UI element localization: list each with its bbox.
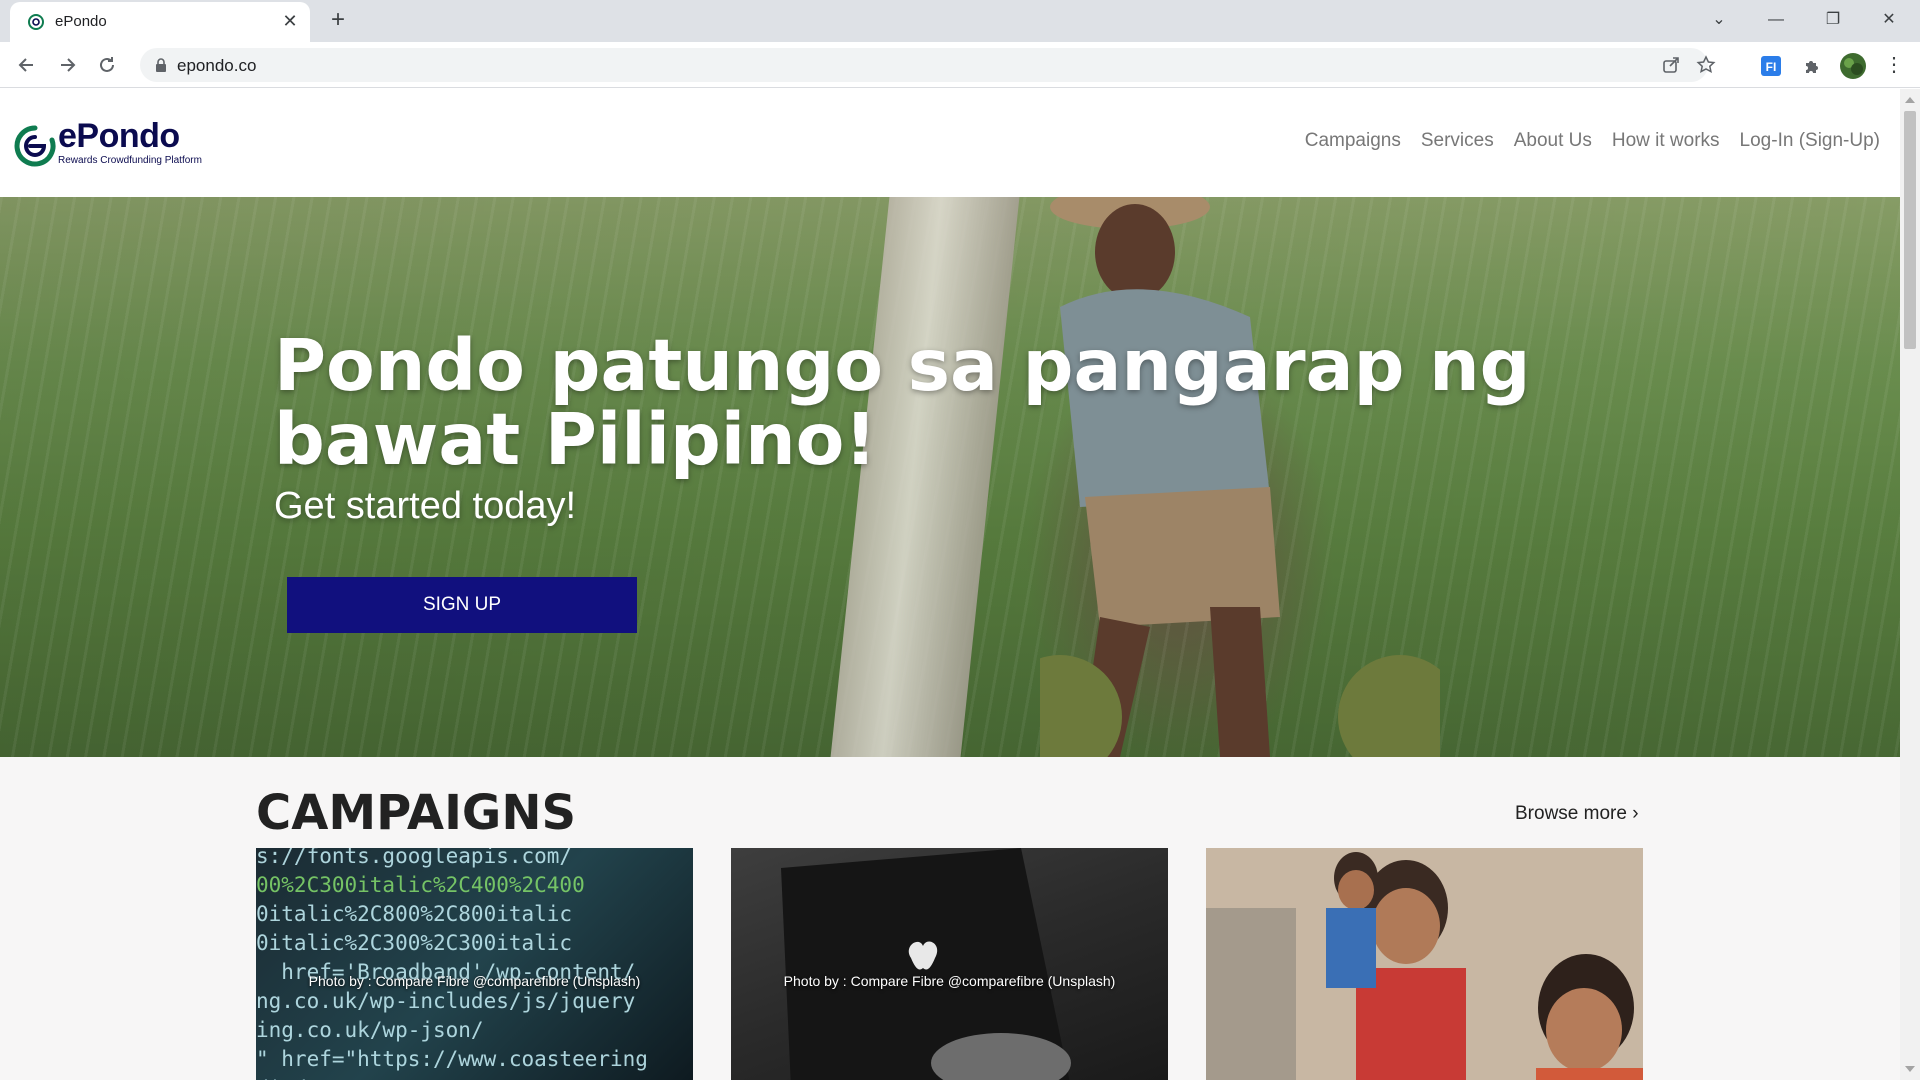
logo-tagline: Rewards Crowdfunding Platform xyxy=(58,155,202,166)
address-bar[interactable]: epondo.co xyxy=(140,48,1716,82)
profile-avatar-icon[interactable] xyxy=(1839,52,1867,80)
browser-menu-icon[interactable]: ⋮ xyxy=(1877,51,1911,79)
hero-farmer-image xyxy=(1040,197,1440,757)
sign-up-button[interactable]: SIGN UP xyxy=(287,577,637,633)
restore-icon[interactable]: ❐ xyxy=(1816,6,1850,34)
scroll-down-arrow-icon[interactable] xyxy=(1905,1066,1915,1072)
lock-icon[interactable] xyxy=(154,57,168,73)
new-tab-icon[interactable]: + xyxy=(325,8,351,34)
scrollbar-thumb[interactable] xyxy=(1904,111,1916,349)
nav-campaigns[interactable]: Campaigns xyxy=(1305,130,1401,152)
url-text[interactable]: epondo.co xyxy=(177,56,256,76)
campaign-image-laptop xyxy=(781,848,1071,1080)
site-header: ePondo Rewards Crowdfunding Platform Cam… xyxy=(0,89,1900,197)
campaign-image-children xyxy=(1206,848,1643,1080)
logo-wordmark: ePondo xyxy=(58,117,180,155)
tab-close-icon[interactable]: ✕ xyxy=(280,11,300,31)
campaign-image-code: s://fonts.googleapis.com/ 00%2C300italic… xyxy=(256,848,648,1080)
back-icon[interactable] xyxy=(13,51,41,79)
forward-icon[interactable] xyxy=(53,51,81,79)
reload-icon[interactable] xyxy=(93,51,121,79)
tab-title: ePondo xyxy=(55,13,107,30)
browser-tab[interactable]: ePondo ✕ xyxy=(10,2,310,42)
browse-more-link[interactable]: Browse more › xyxy=(1515,803,1639,825)
campaign-card[interactable]: Photo by : Compare Fibre @comparefibre (… xyxy=(731,848,1168,1080)
nav-services[interactable]: Services xyxy=(1421,130,1494,152)
browser-toolbar: epondo.co FI ⋮ xyxy=(0,42,1920,88)
share-icon[interactable] xyxy=(1660,54,1682,76)
close-window-icon[interactable]: ✕ xyxy=(1872,6,1906,34)
fi-extension-icon[interactable]: FI xyxy=(1759,54,1783,78)
browser-tab-strip: ePondo ✕ + ⌄ — ❐ ✕ xyxy=(0,0,1920,42)
page-content: ePondo Rewards Crowdfunding Platform Cam… xyxy=(0,89,1900,1080)
hero-banner: Pondo patungo sa pangarap ng bawat Pilip… xyxy=(0,197,1900,757)
nav-about-us[interactable]: About Us xyxy=(1514,130,1592,152)
main-nav: Campaigns Services About Us How it works… xyxy=(1305,130,1880,152)
epondo-favicon-icon xyxy=(28,14,44,30)
site-logo[interactable]: ePondo Rewards Crowdfunding Platform xyxy=(12,117,212,171)
campaigns-heading: CAMPAIGNS xyxy=(256,785,577,841)
campaign-card[interactable] xyxy=(1206,848,1643,1080)
extensions-puzzle-icon[interactable] xyxy=(1800,54,1824,78)
scroll-up-arrow-icon[interactable] xyxy=(1905,97,1915,103)
tab-search-icon[interactable]: ⌄ xyxy=(1702,6,1736,34)
hero-title: Pondo patungo sa pangarap ng bawat Pilip… xyxy=(274,324,1531,481)
nav-login-signup[interactable]: Log-In (Sign-Up) xyxy=(1740,130,1880,152)
campaign-card[interactable]: s://fonts.googleapis.com/ 00%2C300italic… xyxy=(256,848,693,1080)
photo-credit: Photo by : Compare Fibre @comparefibre (… xyxy=(308,973,641,989)
nav-how-it-works[interactable]: How it works xyxy=(1612,130,1720,152)
bookmark-star-icon[interactable] xyxy=(1695,54,1717,76)
page-scrollbar[interactable] xyxy=(1900,89,1920,1080)
epondo-logo-icon xyxy=(14,125,56,167)
minimize-icon[interactable]: — xyxy=(1759,6,1793,34)
svg-text:FI: FI xyxy=(1766,60,1777,74)
hero-subtitle: Get started today! xyxy=(274,485,577,527)
photo-credit: Photo by : Compare Fibre @comparefibre (… xyxy=(783,973,1116,989)
